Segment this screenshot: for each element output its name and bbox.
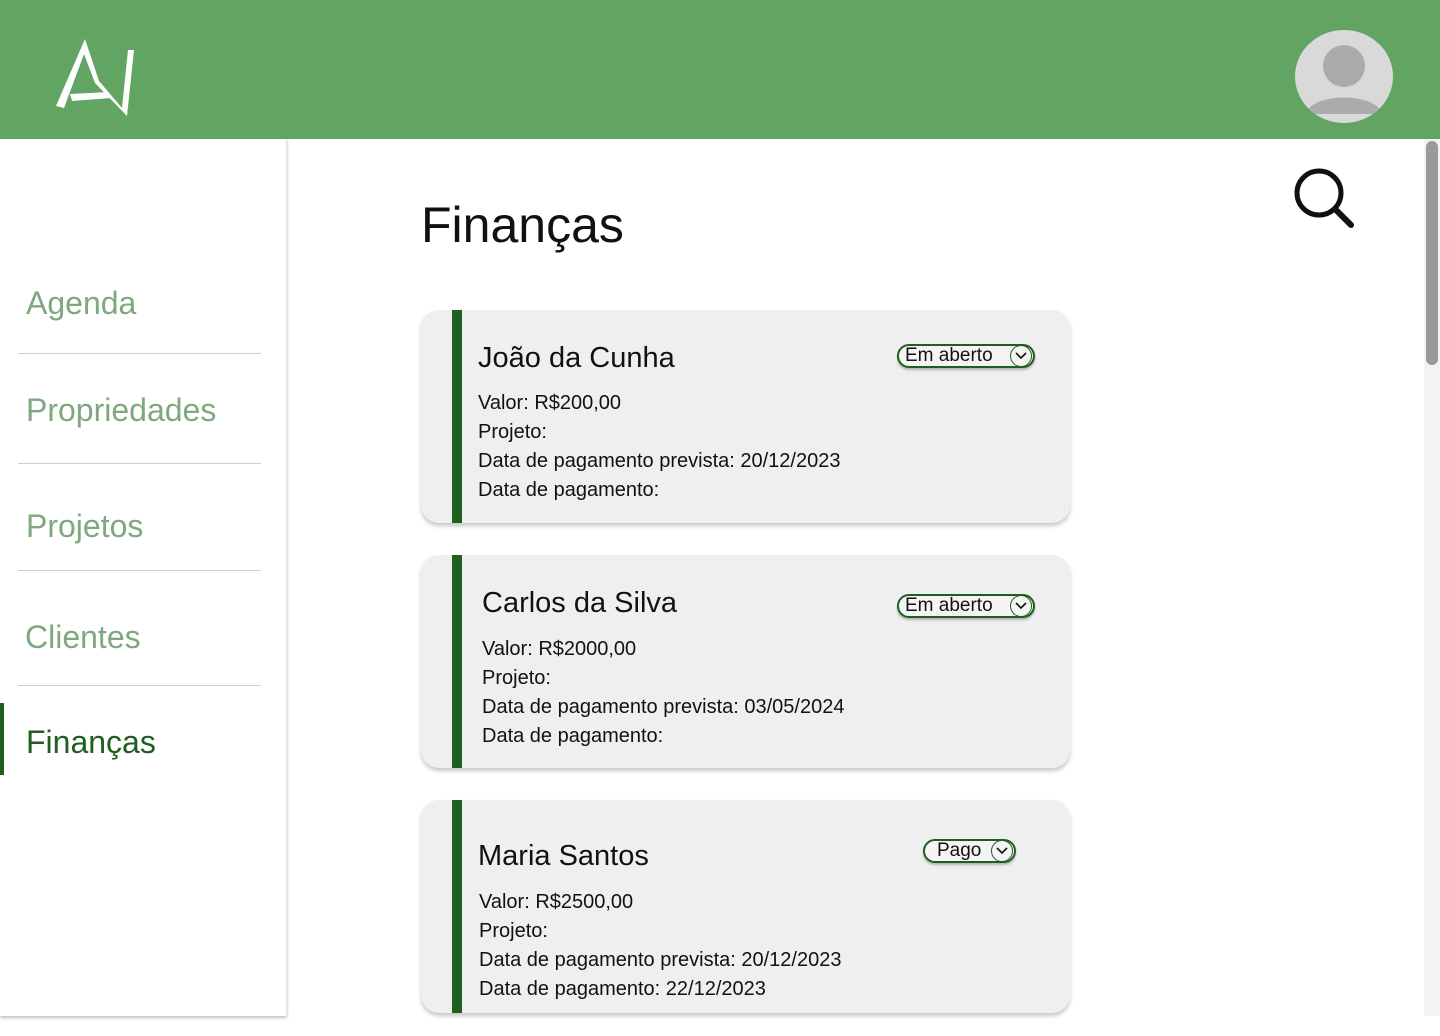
card-valor: Valor: R$2000,00 (482, 638, 637, 660)
user-avatar-icon[interactable] (1295, 30, 1393, 123)
sidebar-item-label: Propriedades (26, 392, 217, 428)
card-projeto: Projeto: (479, 920, 548, 942)
app-logo-icon[interactable] (52, 36, 140, 116)
sidebar-item-clientes[interactable]: Clientes (18, 613, 261, 669)
card-data-prevista: Data de pagamento prevista: 03/05/2024 (482, 696, 845, 718)
active-indicator (0, 703, 4, 775)
status-dropdown[interactable]: Pago (923, 839, 1016, 863)
sidebar-item-label: Projetos (26, 508, 144, 544)
card-accent-bar (452, 555, 462, 768)
card-data-prevista: Data de pagamento prevista: 20/12/2023 (479, 949, 842, 971)
card-data-pagamento: Data de pagamento: (478, 479, 660, 501)
vertical-scrollbar[interactable] (1424, 139, 1440, 1016)
sidebar-item-agenda[interactable]: Agenda (18, 279, 261, 335)
sidebar-item-label: Clientes (25, 619, 141, 655)
client-name: Carlos da Silva (482, 587, 678, 619)
sidebar-item-projetos[interactable]: Projetos (18, 502, 261, 558)
sidebar-divider (18, 570, 261, 571)
card-accent-bar (452, 310, 462, 523)
status-value: Pago (937, 840, 982, 861)
client-name: João da Cunha (478, 342, 675, 374)
status-dropdown[interactable]: Em aberto (897, 344, 1035, 368)
scrollbar-thumb[interactable] (1426, 141, 1438, 365)
status-value: Em aberto (905, 595, 993, 616)
card-projeto: Projeto: (478, 421, 547, 443)
finance-card[interactable]: João da Cunha Em aberto Valor: R$200,00 … (421, 310, 1070, 523)
sidebar-divider (18, 463, 261, 464)
card-data-pagamento: Data de pagamento: (482, 725, 664, 747)
sidebar-item-propriedades[interactable]: Propriedades (18, 386, 261, 442)
sidebar-item-label: Agenda (26, 285, 137, 321)
search-icon[interactable] (1290, 166, 1356, 232)
client-name: Maria Santos (478, 840, 649, 872)
chevron-down-icon (1010, 595, 1032, 617)
finance-card[interactable]: Maria Santos Pago Valor: R$2500,00 Proje… (421, 800, 1070, 1013)
card-accent-bar (452, 800, 462, 1013)
card-data-prevista: Data de pagamento prevista: 20/12/2023 (478, 450, 841, 472)
sidebar-item-financas[interactable]: Finanças (18, 718, 261, 774)
sidebar-item-label: Finanças (26, 724, 156, 760)
sidebar: Agenda Propriedades Projetos Clientes Fi… (0, 139, 287, 1016)
card-valor: Valor: R$200,00 (478, 392, 622, 414)
status-value: Em aberto (905, 345, 993, 366)
card-data-pagamento: Data de pagamento: 22/12/2023 (479, 978, 766, 1000)
card-valor: Valor: R$2500,00 (479, 891, 634, 913)
sidebar-divider (18, 353, 261, 354)
sidebar-divider (18, 685, 261, 686)
page-title: Finanças (421, 197, 624, 253)
card-projeto: Projeto: (482, 667, 551, 689)
status-dropdown[interactable]: Em aberto (897, 594, 1035, 618)
chevron-down-icon (991, 840, 1013, 862)
chevron-down-icon (1010, 345, 1032, 367)
top-bar (0, 0, 1440, 139)
finance-card[interactable]: Carlos da Silva Em aberto Valor: R$2000,… (421, 555, 1070, 768)
